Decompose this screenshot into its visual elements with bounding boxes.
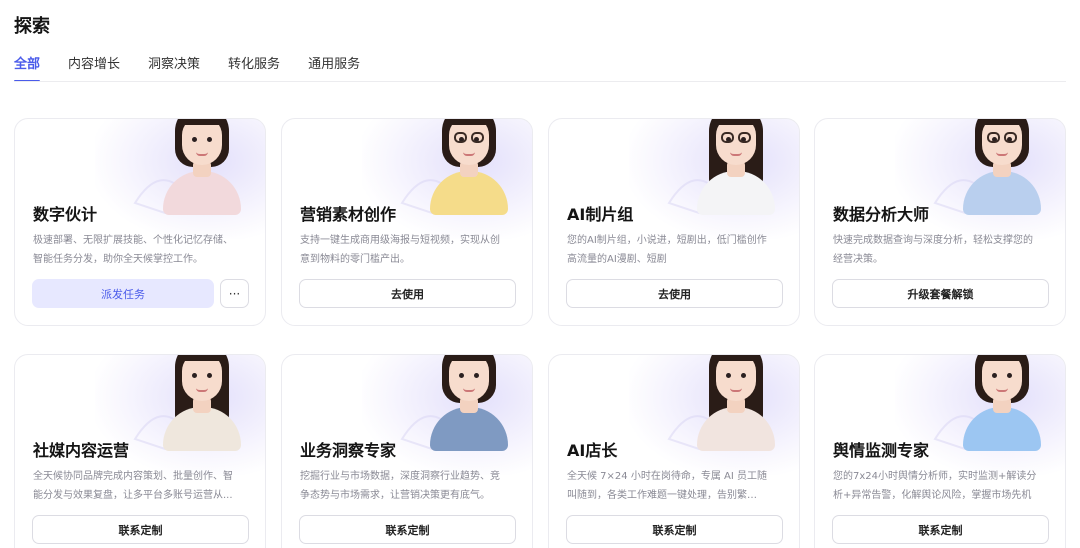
tab-content-growth[interactable]: 内容增长	[68, 56, 120, 82]
contact-customize-button[interactable]: 联系定制	[832, 515, 1049, 544]
upgrade-plan-button[interactable]: 升级套餐解锁	[832, 279, 1049, 308]
avatar	[157, 119, 247, 215]
card-title: 营销素材创作	[300, 205, 397, 224]
card-description: 支持一键生成商用级海报与短视频，实现从创意到物料的零门槛产出。	[300, 235, 500, 265]
dispatch-task-button[interactable]: 派发任务	[32, 279, 214, 308]
card-title: AI店长	[567, 441, 618, 460]
card-title: AI制片组	[567, 205, 634, 224]
agent-card[interactable]: AI店长 全天候 7×24 小时在岗待命，专属 AI 员工随叫随到，各类工作难题…	[548, 354, 800, 548]
use-button[interactable]: 去使用	[566, 279, 783, 308]
agent-card[interactable]: AI制片组 您的AI制片组，小说进，短剧出，低门槛创作高流量的AI漫剧、短剧 去…	[548, 118, 800, 326]
tab-insight-decision[interactable]: 洞察决策	[148, 56, 200, 82]
avatar	[957, 355, 1047, 451]
category-tabs: 全部 内容增长 洞察决策 转化服务 通用服务	[14, 56, 360, 82]
tabs-divider	[14, 81, 1066, 82]
agent-card[interactable]: 数据分析大师 快速完成数据查询与深度分析，轻松支撑您的经营决策。 升级套餐解锁	[814, 118, 1066, 326]
contact-customize-button[interactable]: 联系定制	[566, 515, 783, 544]
avatar	[424, 119, 514, 215]
tab-conversion-service[interactable]: 转化服务	[228, 56, 280, 82]
avatar	[691, 119, 781, 215]
tab-all[interactable]: 全部	[14, 56, 41, 82]
card-title: 社媒内容运营	[33, 441, 130, 460]
avatar	[691, 355, 781, 451]
contact-customize-button[interactable]: 联系定制	[299, 515, 516, 544]
card-description: 快速完成数据查询与深度分析，轻松支撑您的经营决策。	[833, 235, 1033, 265]
card-description: 您的7x24小时舆情分析师，实时监测+解读分析+异常告警，化解舆论风险，掌握市场…	[833, 471, 1037, 501]
card-description: 挖掘行业与市场数据，深度洞察行业趋势、竞争态势与市场需求，让营销决策更有底气。	[300, 471, 500, 501]
tab-general-service[interactable]: 通用服务	[308, 56, 360, 82]
card-description: 全天候 7×24 小时在岗待命，专属 AI 员工随叫随到，各类工作难题一键处理，…	[567, 471, 767, 501]
contact-customize-button[interactable]: 联系定制	[32, 515, 249, 544]
agent-card[interactable]: 数字伙计 极速部署、无限扩展技能、个性化记忆存储、智能任务分发，助你全天候掌控工…	[14, 118, 266, 326]
agent-card[interactable]: 舆情监测专家 您的7x24小时舆情分析师，实时监测+解读分析+异常告警，化解舆论…	[814, 354, 1066, 548]
agent-card[interactable]: 业务洞察专家 挖掘行业与市场数据，深度洞察行业趋势、竞争态势与市场需求，让营销决…	[281, 354, 533, 548]
card-title: 舆情监测专家	[833, 441, 930, 460]
use-button[interactable]: 去使用	[299, 279, 516, 308]
agent-card[interactable]: 营销素材创作 支持一键生成商用级海报与短视频，实现从创意到物料的零门槛产出。 去…	[281, 118, 533, 326]
agent-card[interactable]: 社媒内容运营 全天候协同品牌完成内容策划、批量创作、智能分发与效果复盘，让多平台…	[14, 354, 266, 548]
card-title: 数据分析大师	[833, 205, 930, 224]
avatar	[424, 355, 514, 451]
page-title: 探索	[14, 16, 50, 37]
avatar	[957, 119, 1047, 215]
card-description: 全天候协同品牌完成内容策划、批量创作、智能分发与效果复盘，让多平台多账号运营从.…	[33, 471, 233, 501]
card-title: 数字伙计	[33, 205, 98, 224]
avatar	[157, 355, 247, 451]
card-description: 您的AI制片组，小说进，短剧出，低门槛创作高流量的AI漫剧、短剧	[567, 235, 767, 265]
more-options-button[interactable]: ···	[220, 279, 249, 308]
card-title: 业务洞察专家	[300, 441, 397, 460]
card-description: 极速部署、无限扩展技能、个性化记忆存储、智能任务分发，助你全天候掌控工作。	[33, 235, 233, 265]
